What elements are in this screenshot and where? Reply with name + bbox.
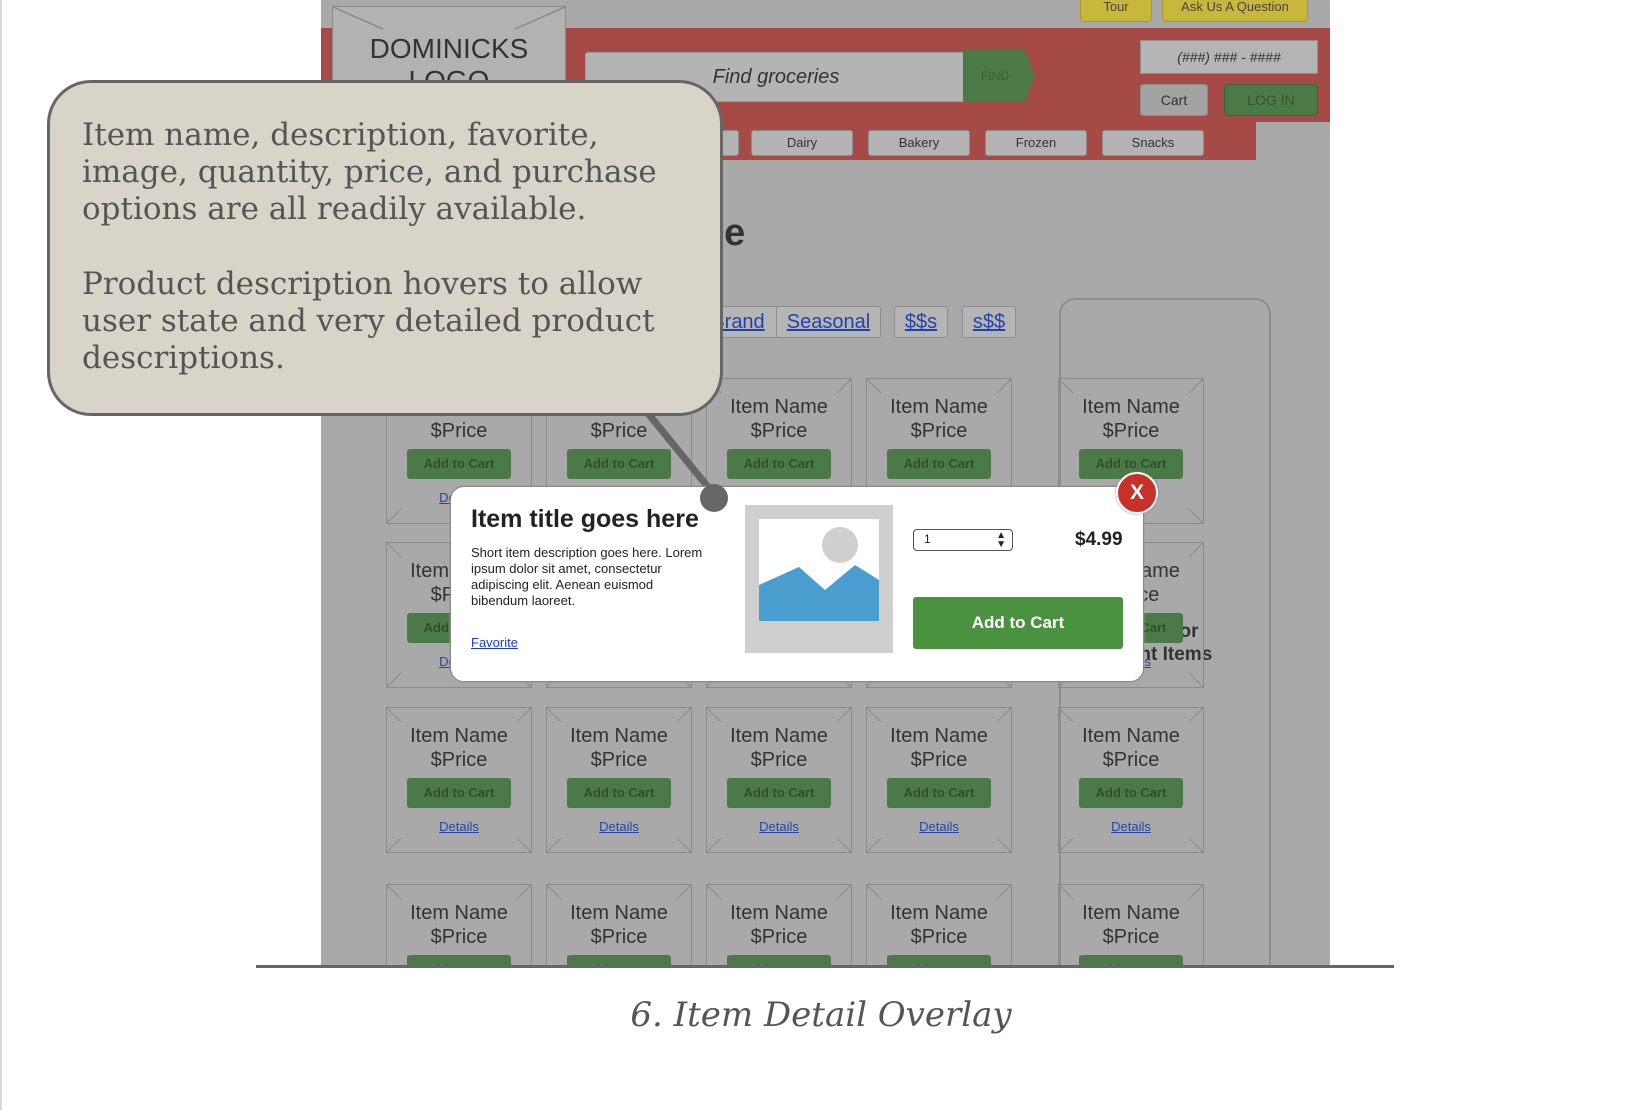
annotation-callout: Item name, description, favorite, image,…	[47, 80, 723, 416]
item-detail-overlay: Item title goes here Short item descript…	[450, 486, 1144, 682]
callout-paragraph-1: Item name, description, favorite, image,…	[82, 117, 657, 227]
item-price: $4.99	[1075, 529, 1123, 550]
quantity-select[interactable]: 1 ▲ ▼	[913, 529, 1013, 551]
callout-paragraph-2: Product description hovers to allow user…	[82, 266, 655, 376]
add-to-cart-button[interactable]: Add to Cart	[913, 597, 1123, 649]
close-icon[interactable]: X	[1116, 472, 1158, 514]
product-image-icon	[745, 505, 893, 653]
stepper-arrows-icon: ▲ ▼	[996, 530, 1006, 550]
callout-pointer-dot	[700, 484, 728, 512]
favorite-link[interactable]: Favorite	[471, 635, 518, 650]
item-description: Short item description goes here. Lorem …	[471, 545, 703, 608]
quantity-value: 1	[924, 532, 931, 546]
item-title: Item title goes here	[471, 505, 699, 533]
